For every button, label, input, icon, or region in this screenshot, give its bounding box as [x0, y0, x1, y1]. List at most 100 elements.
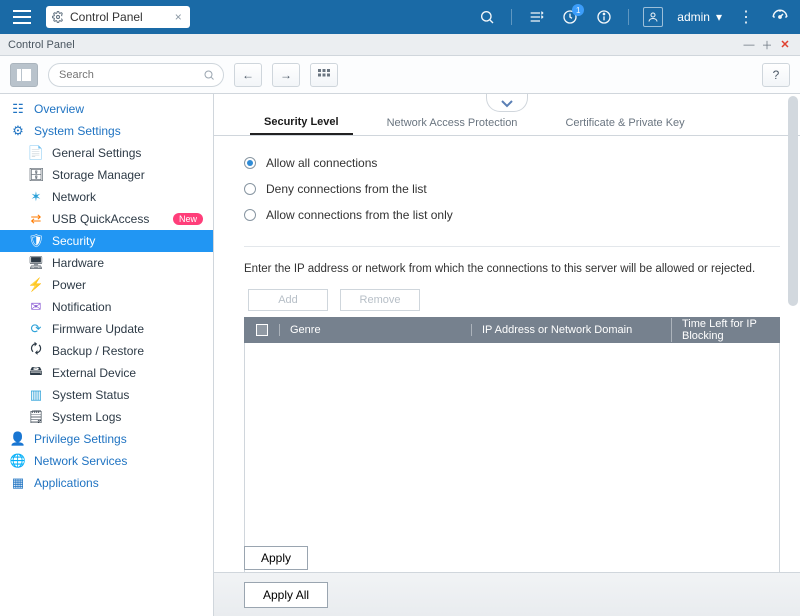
sidebar-item-label: Hardware — [52, 256, 104, 270]
nav-forward-button[interactable]: → — [272, 63, 300, 87]
sidebar-item-label: Network — [52, 190, 96, 204]
status-icon: ▥ — [28, 387, 44, 403]
sidebar-group-overview[interactable]: ☷ Overview — [0, 98, 213, 120]
sidebar-item-label: Storage Manager — [52, 168, 145, 182]
info-icon[interactable] — [594, 7, 614, 27]
menu-icon[interactable] — [10, 5, 34, 29]
user-menu[interactable]: admin ▾ — [677, 10, 722, 24]
search-field[interactable] — [57, 68, 203, 82]
scrollbar-track[interactable] — [786, 94, 800, 572]
sidebar-item-label: USB QuickAccess — [52, 212, 149, 226]
remove-button[interactable]: Remove — [340, 289, 420, 311]
gear-icon — [52, 11, 64, 23]
sidebar-item-power[interactable]: ⚡ Power — [0, 274, 213, 296]
search-icon-small — [203, 69, 215, 81]
sidebar-group-privilege[interactable]: 👤 Privilege Settings — [0, 428, 213, 450]
search-input[interactable] — [48, 63, 224, 87]
sidebar-label: Applications — [34, 476, 99, 490]
sidebar-item-firmware-update[interactable]: ⟳ Firmware Update — [0, 318, 213, 340]
radio-allow-list-only[interactable]: Allow connections from the list only — [244, 202, 780, 228]
tab-certificate-private-key[interactable]: Certificate & Private Key — [551, 117, 698, 135]
sidebar-item-security[interactable]: 🛡 Security — [0, 230, 213, 252]
radio-icon — [244, 209, 256, 221]
help-button[interactable]: ? — [762, 63, 790, 87]
tasks-icon[interactable] — [526, 7, 546, 27]
sidebar-group-system-settings[interactable]: ⚙ System Settings — [0, 120, 213, 142]
col-ip-address[interactable]: IP Address or Network Domain — [471, 324, 671, 336]
sidebar-item-notification[interactable]: ✉ Notification — [0, 296, 213, 318]
tab-security-level[interactable]: Security Level — [250, 116, 353, 135]
more-icon[interactable]: ⋮ — [736, 7, 756, 27]
user-icon[interactable] — [643, 7, 663, 27]
col-genre[interactable]: Genre — [279, 324, 471, 336]
person-icon: 👤 — [10, 431, 26, 447]
backup-icon: 🗘 — [28, 343, 44, 359]
sidebar-item-label: Security — [52, 234, 95, 248]
hardware-icon: 🖥 — [28, 255, 44, 271]
sidebar-item-usb-quickaccess[interactable]: ⇄ USB QuickAccess New — [0, 208, 213, 230]
shield-icon: 🛡 — [28, 233, 44, 249]
gear-icon: ⚙ — [10, 123, 26, 139]
sidebar-group-applications[interactable]: ▦ Applications — [0, 472, 213, 494]
select-all-checkbox[interactable] — [256, 324, 268, 336]
nav-back-button[interactable]: ← — [234, 63, 262, 87]
view-toggle-button[interactable] — [10, 63, 38, 87]
notifications-icon[interactable]: 1 — [560, 7, 580, 27]
device-icon: 🖴 — [28, 365, 44, 381]
tab-network-access-protection[interactable]: Network Access Protection — [373, 117, 532, 135]
radio-label: Deny connections from the list — [266, 182, 427, 196]
apply-button[interactable]: Apply — [244, 546, 308, 570]
sidebar-item-label: System Logs — [52, 410, 121, 424]
sidebar-item-external-device[interactable]: 🖴 External Device — [0, 362, 213, 384]
sidebar-item-label: Backup / Restore — [52, 344, 144, 358]
search-icon[interactable] — [477, 7, 497, 27]
radio-label: Allow all connections — [266, 156, 377, 170]
sidebar-item-label: Firmware Update — [52, 322, 144, 336]
radio-allow-all[interactable]: Allow all connections — [244, 150, 780, 176]
user-label: admin — [677, 10, 710, 24]
window-minimize-button[interactable]: — — [742, 39, 756, 51]
radio-icon — [244, 183, 256, 195]
col-time-left[interactable]: Time Left for IP Blocking — [671, 318, 779, 342]
window-maximize-button[interactable]: ＋ — [760, 37, 774, 53]
grid-view-button[interactable] — [310, 63, 338, 87]
sidebar-item-hardware[interactable]: 🖥 Hardware — [0, 252, 213, 274]
window-title: Control Panel — [8, 39, 75, 51]
scrollbar-thumb[interactable] — [788, 96, 798, 306]
description-text: Enter the IP address or network from whi… — [244, 263, 780, 275]
new-badge: New — [173, 213, 203, 225]
window-close-button[interactable]: ✕ — [778, 38, 792, 51]
network-icon: ✶ — [28, 189, 44, 205]
sidebar-item-label: System Status — [52, 388, 129, 402]
tab-close-icon[interactable]: × — [175, 10, 182, 24]
tab-control-panel[interactable]: Control Panel × — [46, 6, 190, 28]
sidebar-label: Privilege Settings — [34, 432, 127, 446]
tab-label: Control Panel — [70, 10, 143, 24]
logs-icon: 🗒 — [28, 409, 44, 425]
sidebar-item-network[interactable]: ✶ Network — [0, 186, 213, 208]
dashboard-icon[interactable] — [770, 7, 790, 27]
sidebar-label: Network Services — [34, 454, 127, 468]
apply-all-button[interactable]: Apply All — [244, 582, 328, 608]
sidebar-group-net-services[interactable]: 🌐 Network Services — [0, 450, 213, 472]
apps-icon: ▦ — [10, 475, 26, 491]
sidebar-item-label: General Settings — [52, 146, 141, 160]
sidebar-item-label: External Device — [52, 366, 136, 380]
chevron-down-icon: ▾ — [716, 10, 722, 24]
add-button[interactable]: Add — [248, 289, 328, 311]
sidebar-item-storage-manager[interactable]: 🗄 Storage Manager — [0, 164, 213, 186]
usb-icon: ⇄ — [28, 211, 44, 227]
sidebar-item-backup-restore[interactable]: 🗘 Backup / Restore — [0, 340, 213, 362]
sidebar-item-label: Power — [52, 278, 86, 292]
sidebar-item-system-status[interactable]: ▥ System Status — [0, 384, 213, 406]
expand-toggle[interactable] — [486, 94, 528, 112]
update-icon: ⟳ — [28, 321, 44, 337]
overview-icon: ☷ — [10, 101, 26, 117]
globe-icon: 🌐 — [10, 453, 26, 469]
power-icon: ⚡ — [28, 277, 44, 293]
sidebar-item-system-logs[interactable]: 🗒 System Logs — [0, 406, 213, 428]
radio-deny-list[interactable]: Deny connections from the list — [244, 176, 780, 202]
sidebar-item-general-settings[interactable]: 📄 General Settings — [0, 142, 213, 164]
radio-icon — [244, 157, 256, 169]
sidebar-label: System Settings — [34, 124, 121, 138]
